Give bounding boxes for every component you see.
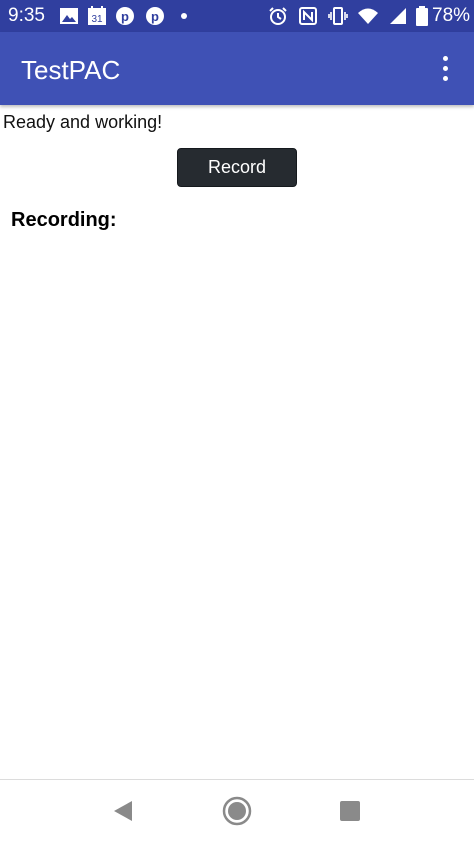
signal-icon — [390, 8, 406, 24]
svg-text:p: p — [151, 9, 159, 24]
app-title: TestPAC — [21, 55, 121, 85]
calendar-day: 31 — [91, 14, 103, 25]
svg-text:p: p — [121, 9, 129, 24]
back-icon[interactable] — [106, 794, 140, 828]
battery-icon — [416, 6, 428, 26]
more-vert-icon[interactable] — [430, 54, 460, 84]
record-button[interactable]: Record — [177, 148, 297, 187]
status-bar: 9:35 31 p p 78% — [0, 0, 474, 32]
navigation-bar — [0, 779, 474, 843]
app-bar: TestPAC — [0, 32, 474, 105]
vibrate-icon — [328, 7, 348, 25]
status-time: 9:35 — [8, 5, 45, 26]
image-icon — [60, 8, 78, 24]
home-icon[interactable] — [220, 794, 254, 828]
notification-dot-icon — [181, 13, 187, 19]
pinterest-icon: p — [116, 7, 134, 25]
alarm-icon — [269, 7, 287, 25]
pinterest-icon: p — [146, 7, 164, 25]
battery-percent: 78% — [432, 5, 471, 26]
calendar-icon: 31 — [88, 6, 106, 25]
status-text: Ready and working! — [3, 112, 163, 132]
recents-icon[interactable] — [333, 794, 367, 828]
recording-heading: Recording: — [11, 209, 117, 231]
nfc-icon — [299, 7, 317, 25]
wifi-icon — [358, 8, 378, 24]
